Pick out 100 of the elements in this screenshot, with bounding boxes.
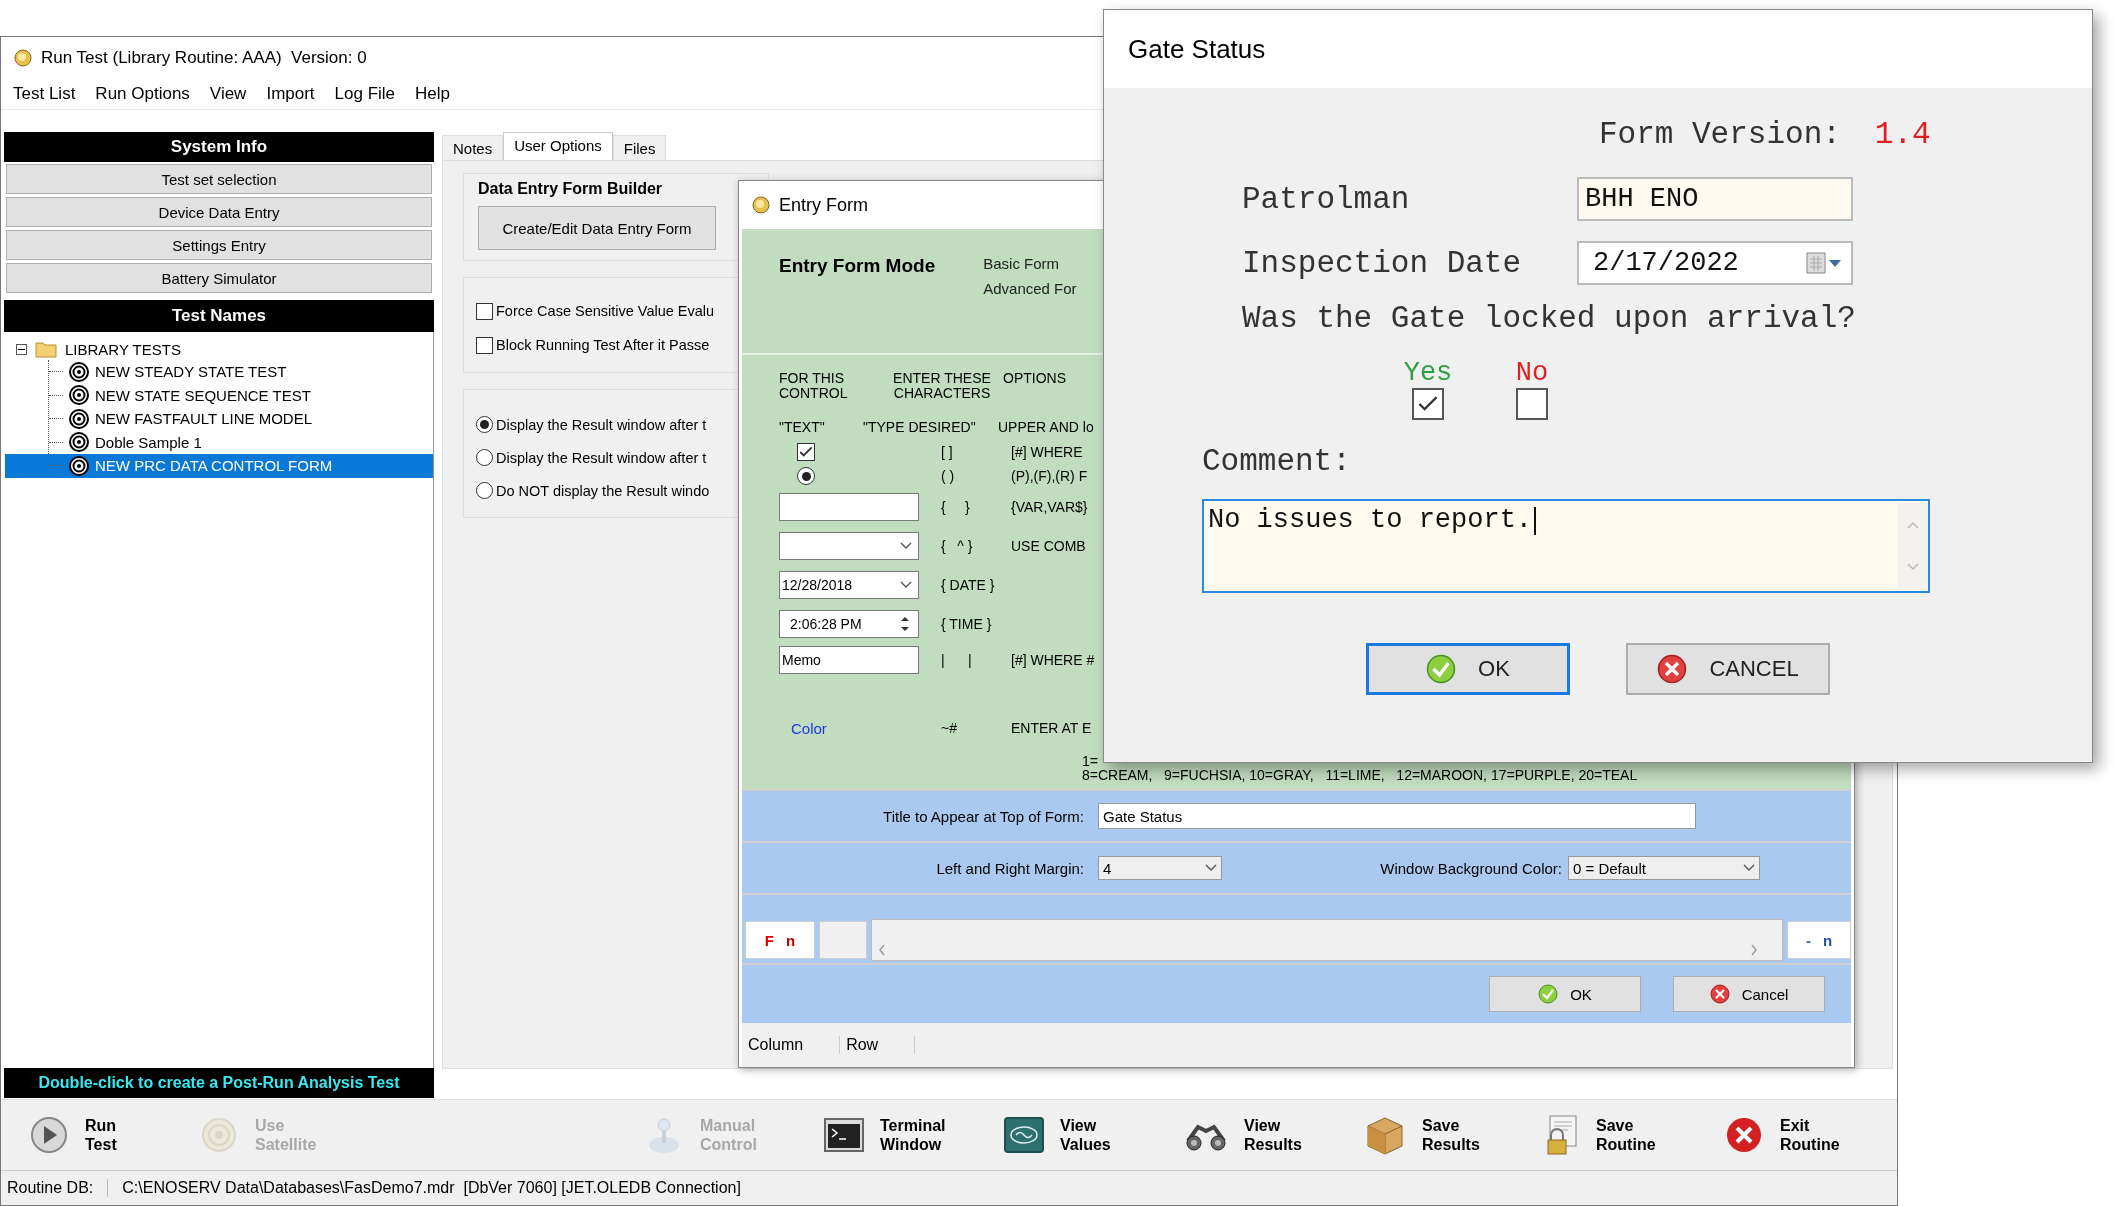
cancel-icon <box>1657 654 1688 684</box>
color-link[interactable]: Color <box>791 719 827 737</box>
tab[interactable]: Notes <box>442 135 504 160</box>
version-label: Form Version: <box>1599 117 1841 154</box>
window-title: Gate Status <box>1128 33 1266 65</box>
menu-item[interactable]: View <box>209 84 247 104</box>
checkbox[interactable] <box>797 443 815 462</box>
collapse-icon[interactable] <box>16 343 27 355</box>
checkbox[interactable] <box>476 302 493 320</box>
tree-item[interactable]: Doble Sample 1 <box>5 430 433 454</box>
margin-dropdown[interactable]: 4 <box>1098 856 1222 880</box>
date-field[interactable]: 12/28/2018 <box>779 570 919 599</box>
app-icon <box>13 48 33 68</box>
status-text: C:\ENOSERV Data\Databases\FasDemo7.mdr [DbVer 7060] [JET.OLEDB Connection] <box>121 1179 741 1197</box>
text-field[interactable] <box>779 492 919 521</box>
radio-button[interactable] <box>797 467 815 486</box>
question-text: Was the Gate locked upon arrival? <box>1242 301 1857 336</box>
font-style-box[interactable]: - n <box>1787 921 1851 959</box>
mode-option[interactable]: Basic Form <box>983 255 1077 272</box>
field-label: Patrolman <box>1242 181 1411 217</box>
toolbar-label: Terminal Window <box>880 1115 946 1155</box>
dialog-button[interactable]: OK <box>1489 976 1641 1012</box>
nav-button[interactable]: Device Data Entry <box>6 197 432 227</box>
check-icon <box>1426 654 1457 684</box>
choice-label: No <box>1515 358 1549 388</box>
tab[interactable]: User Options <box>503 132 613 160</box>
radio-button[interactable] <box>476 482 493 499</box>
menu-item[interactable]: Import <box>266 84 315 104</box>
combo-box[interactable] <box>779 531 919 560</box>
toolbar-button[interactable]: View Results <box>1184 1114 1364 1156</box>
toolbar-button[interactable]: Terminal Window <box>824 1114 1004 1156</box>
section-header: Test Names <box>4 300 434 332</box>
folder-icon <box>35 340 57 358</box>
tree-item[interactable]: NEW STEADY STATE TEST <box>5 360 433 384</box>
window-title: Run Test (Library Routine: AAA) Version: 0 <box>41 48 367 68</box>
nav-button[interactable]: Battery Simulator <box>6 263 432 293</box>
nav-button[interactable]: Settings Entry <box>6 230 432 260</box>
checkbox[interactable] <box>1516 388 1548 420</box>
chalkboard-icon <box>1004 1117 1044 1153</box>
tree-item[interactable]: NEW PRC DATA CONTROL FORM <box>5 454 433 478</box>
toolbar-button[interactable]: Save Routine <box>1544 1114 1724 1156</box>
type-characters: [ ] <box>940 444 954 461</box>
option-text: ENTER AT E <box>1011 720 1092 737</box>
type-characters: { } <box>940 498 971 515</box>
tree-item[interactable]: LIBRARY TESTS <box>65 340 181 358</box>
nav-button[interactable]: Test set selection <box>6 164 432 194</box>
preview-box <box>819 921 867 959</box>
menu-item[interactable]: Help <box>415 84 451 104</box>
close-icon <box>1724 1115 1764 1155</box>
toolbar-button[interactable]: Save Results <box>1364 1114 1544 1156</box>
toolbar-label: Exit Routine <box>1780 1115 1840 1155</box>
checkbox[interactable] <box>476 336 493 354</box>
type-characters: { DATE } <box>940 576 996 593</box>
menu-item[interactable]: Run Options <box>95 84 190 104</box>
column-header: FOR THIS CONTROL <box>779 371 849 402</box>
status-label: Routine DB: <box>1 1179 109 1197</box>
radio-button[interactable] <box>476 449 493 466</box>
dialog-button[interactable]: CANCEL <box>1626 643 1830 695</box>
column-subheader: "TEXT" <box>779 419 826 436</box>
text-field[interactable]: BHH ENO <box>1577 177 1853 221</box>
check-icon <box>1538 984 1559 1004</box>
radio-label: Display the Result window after t <box>496 416 707 433</box>
toolbar-label: View Results <box>1244 1115 1302 1155</box>
dialog-button[interactable]: OK <box>1366 643 1570 695</box>
checkbox-label: Force Case Sensitive Value Evalu <box>496 303 715 319</box>
column-subheader: UPPER AND lo <box>998 419 1094 436</box>
document-lock-icon <box>1544 1114 1580 1156</box>
play-icon <box>29 1115 69 1155</box>
toolbar-button[interactable]: Exit Routine <box>1724 1114 1904 1156</box>
mode-option[interactable]: Advanced For <box>983 280 1077 297</box>
memo-field[interactable]: Memo <box>779 646 919 675</box>
field-label: Inspection Date <box>1242 245 1523 281</box>
radio-button[interactable] <box>476 416 493 433</box>
vertical-scrollbar[interactable] <box>1898 503 1928 589</box>
background-color-dropdown[interactable]: 0 = Default <box>1568 856 1760 880</box>
option-text: [#] WHERE <box>1011 444 1083 461</box>
status-cell: Row <box>840 1036 916 1054</box>
satellite-dish-icon <box>199 1115 239 1155</box>
toolbar-label: Save Routine <box>1596 1115 1656 1155</box>
time-field[interactable]: 2:06:28 PM <box>779 609 919 638</box>
toolbar-button[interactable]: View Values <box>1004 1114 1184 1156</box>
target-icon <box>69 408 89 429</box>
target-icon <box>69 455 89 476</box>
menu-item[interactable]: Log File <box>334 84 396 104</box>
radio-label: Display the Result window after t <box>496 449 707 466</box>
tab[interactable]: Files <box>612 135 667 160</box>
create-form-button[interactable]: Create/Edit Data Entry Form <box>478 206 716 250</box>
tree-item[interactable]: NEW STATE SEQUENCE TEST <box>5 383 433 407</box>
dialog-button[interactable]: Cancel <box>1673 976 1825 1012</box>
comment-field[interactable]: No issues to report. <box>1202 499 1930 593</box>
font-style-box[interactable]: F n <box>745 921 815 959</box>
title-input[interactable]: Gate Status <box>1098 803 1696 829</box>
checkbox[interactable] <box>1412 388 1444 420</box>
target-icon <box>69 385 89 406</box>
date-field[interactable]: 2/17/2022 <box>1577 241 1853 285</box>
menu-item[interactable]: Test List <box>13 84 76 104</box>
tree-item[interactable]: NEW FASTFAULT LINE MODEL <box>5 407 433 431</box>
option-text: USE COMB <box>1011 537 1086 554</box>
toolbar-button[interactable]: Run Test <box>29 1115 199 1155</box>
color-list-text: 8=CREAM, 9=FUCHSIA, 10=GRAY, 11=LIME, 12=MAROON, 17=PURPLE, 20=TEAL <box>1082 768 1639 783</box>
